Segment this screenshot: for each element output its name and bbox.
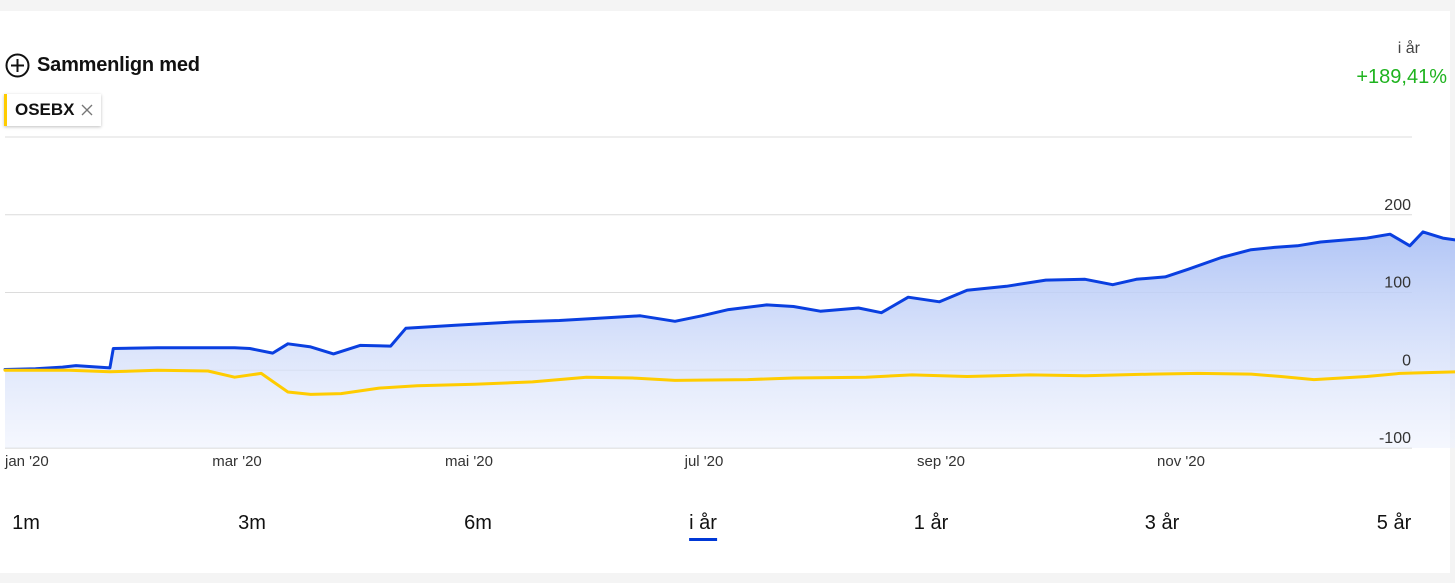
x-tick-label: mai '20	[445, 453, 493, 470]
x-tick-label: jan '20	[4, 453, 49, 470]
range-button[interactable]: 3m	[238, 512, 266, 535]
y-tick-label: 200	[1384, 197, 1411, 214]
range-button[interactable]: 1m	[12, 512, 40, 535]
series-area-fill	[5, 231, 1455, 448]
range-button[interactable]: 5 år	[1377, 512, 1411, 535]
range-button[interactable]: 1 år	[914, 512, 948, 535]
range-button[interactable]: 3 år	[1145, 512, 1179, 535]
x-tick-label: sep '20	[917, 453, 965, 470]
x-tick-label: jul '20	[684, 453, 724, 470]
range-button[interactable]: i år	[689, 512, 717, 541]
x-tick-label: mar '20	[212, 453, 262, 470]
range-button[interactable]: 6m	[464, 512, 492, 535]
y-tick-label: -100	[1379, 430, 1411, 447]
line-chart: jan '20 mar '20 mai '20 jul '20 sep '20 nov '…	[3, 136, 1455, 470]
y-tick-label: 100	[1384, 275, 1411, 292]
x-tick-label: nov '20	[1157, 453, 1205, 470]
y-tick-label: 0	[1402, 352, 1411, 369]
